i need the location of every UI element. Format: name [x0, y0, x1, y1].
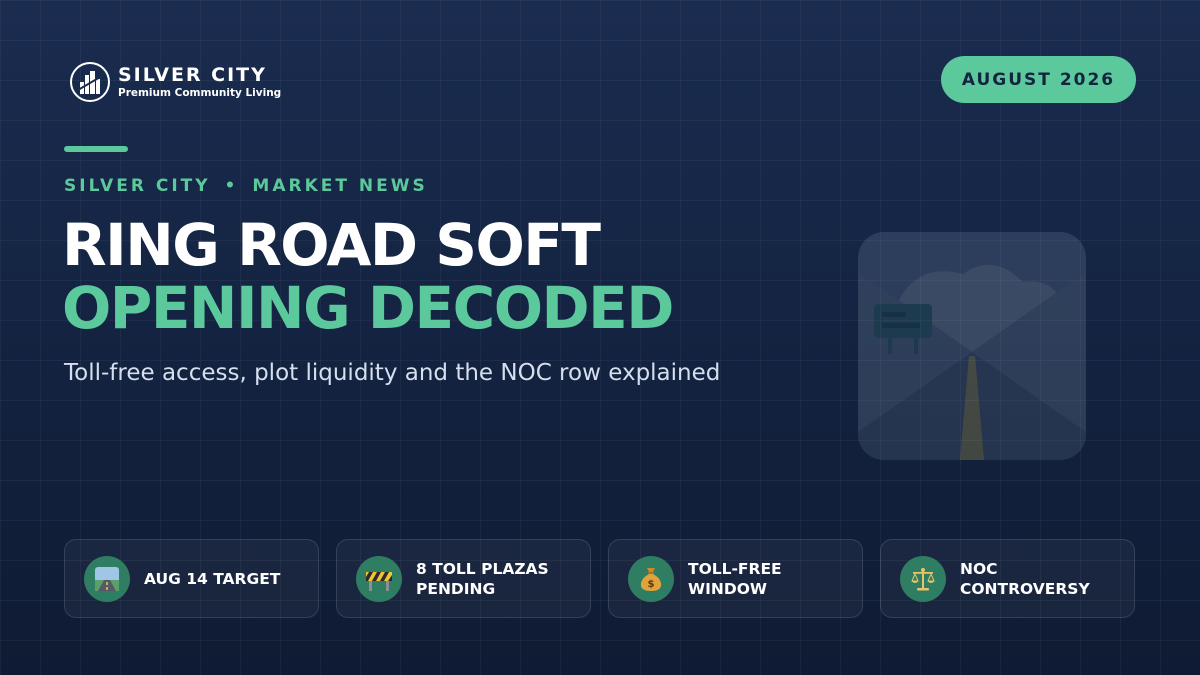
feature-card-toll-free: $ TOLL-FREE WINDOW [608, 539, 863, 618]
kicker-category: MARKET NEWS [252, 176, 428, 196]
highway-road-icon [858, 232, 1086, 460]
feature-label: AUG 14 TARGET [144, 569, 281, 588]
svg-text:$: $ [648, 579, 655, 590]
news-card: SILVER CITY Premium Community Living AUG… [0, 0, 1200, 675]
brand-logo: SILVER CITY Premium Community Living [70, 62, 281, 102]
feature-card-target: AUG 14 TARGET [64, 539, 319, 618]
construction-barrier-icon [356, 555, 402, 602]
feature-card-noc: NOC CONTROVERSY [880, 539, 1135, 618]
feature-row: AUG 14 TARGET 8 TOLL PLAZAS PENDING $ TO… [64, 539, 1135, 618]
money-bag-icon: $ [628, 555, 674, 602]
balance-scale-icon [900, 555, 946, 602]
feature-card-toll-plazas: 8 TOLL PLAZAS PENDING [336, 539, 591, 618]
subheadline: Toll-free access, plot liquidity and the… [64, 360, 721, 386]
road-icon [84, 555, 130, 602]
headline-line-1: RING ROAD SOFT [62, 211, 601, 279]
kicker-section: SILVER CITY [64, 176, 211, 196]
date-badge: AUGUST 2026 [941, 56, 1136, 103]
headline-line-2: OPENING DECODED [62, 274, 674, 342]
headline: RING ROAD SOFT OPENING DECODED [62, 211, 674, 342]
brand-tagline: Premium Community Living [118, 87, 282, 99]
city-skyline-icon [70, 62, 110, 102]
feature-label: NOC CONTROVERSY [960, 559, 1090, 598]
accent-bar [64, 146, 128, 152]
kicker-separator: • [224, 176, 239, 196]
feature-label: TOLL-FREE WINDOW [688, 559, 782, 598]
feature-label: 8 TOLL PLAZAS PENDING [416, 559, 549, 598]
brand-name: SILVER CITY [118, 64, 267, 86]
kicker: SILVER CITY • MARKET NEWS [64, 176, 428, 196]
